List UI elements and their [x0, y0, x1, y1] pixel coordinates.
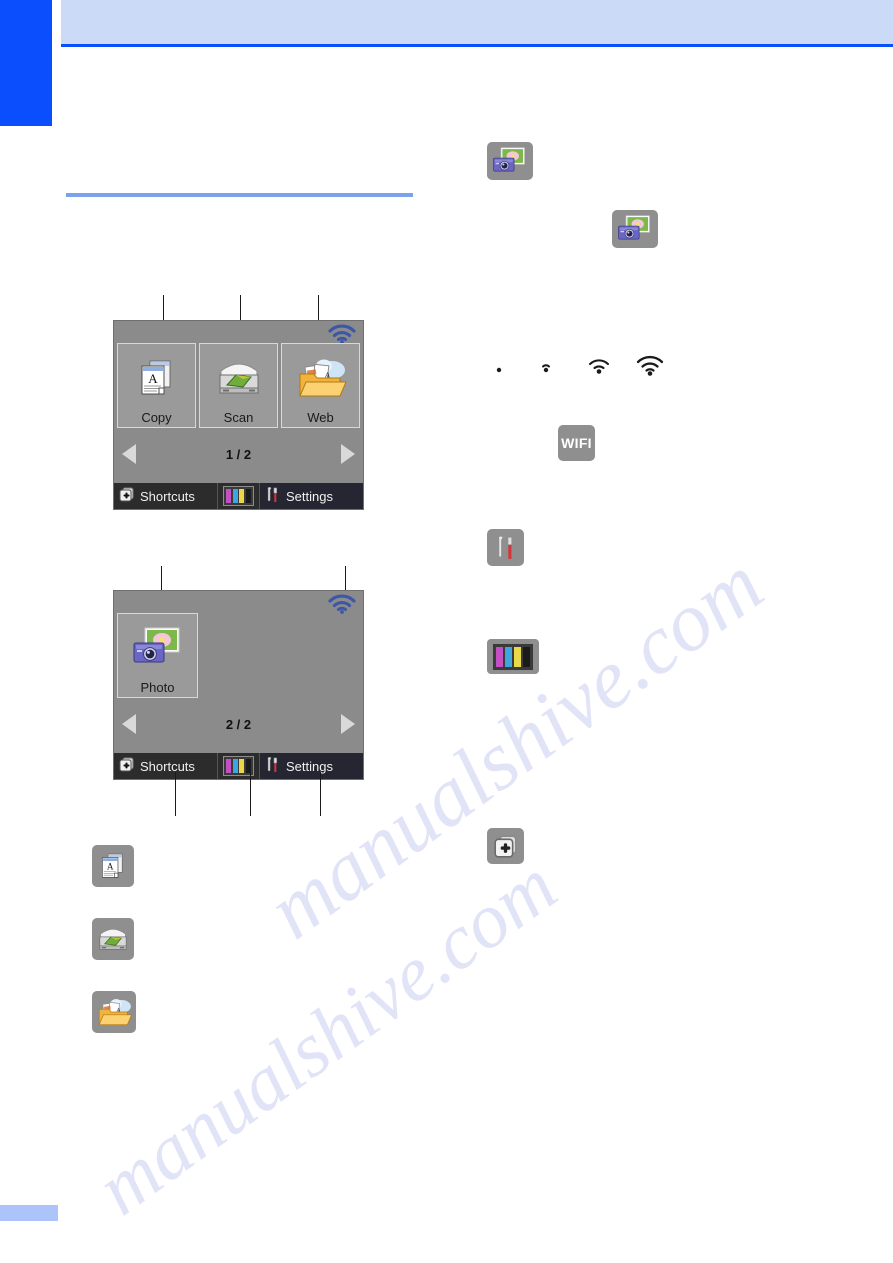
header-rule [61, 44, 893, 47]
tile-photo[interactable]: Photo [117, 613, 198, 698]
legend-web-icon: A [92, 991, 136, 1033]
tile-web[interactable]: A Web [281, 343, 360, 428]
callout-line-ink [250, 772, 251, 816]
legend-scan-icon [92, 918, 134, 960]
lcd2-status-bar [114, 591, 363, 614]
tile-label: Copy [141, 410, 172, 425]
wifi-button-label: WIFI [561, 435, 592, 451]
shortcuts-button[interactable]: Shortcuts [114, 483, 218, 509]
photo-icon [118, 614, 197, 681]
settings-button[interactable]: Settings [260, 483, 363, 509]
wifi-strength-2-icon [586, 354, 612, 383]
lcd1-status-bar [114, 321, 363, 344]
page-indicator: 1 / 2 [225, 446, 252, 462]
settings-button[interactable]: Settings [260, 753, 363, 779]
legend-copy-icon: A [92, 845, 134, 887]
callout-line-shortcuts [175, 772, 176, 816]
lcd2-page-nav: 2 / 2 [114, 704, 363, 744]
ink-button[interactable] [218, 483, 260, 509]
section-rule [66, 193, 413, 197]
svg-text:A: A [107, 862, 114, 872]
settings-tools-icon [264, 486, 281, 507]
tile-label: Photo [140, 680, 175, 695]
web-icon: A [282, 344, 359, 411]
next-page-arrow-icon[interactable] [341, 714, 355, 734]
lcd2-bottom-bar: Shortcuts Settings [114, 753, 363, 779]
home-screen-page-1[interactable]: A Copy Scan A Web 1 / 2 Shortcuts Settin… [113, 320, 364, 510]
prev-page-arrow-icon[interactable] [122, 714, 136, 734]
shortcuts-button[interactable]: Shortcuts [114, 753, 218, 779]
wifi-strength-legend-row [488, 354, 678, 383]
shortcuts-icon [118, 756, 135, 776]
ink-level-icon [223, 486, 254, 506]
tile-scan[interactable]: Scan [199, 343, 278, 428]
ink-button[interactable] [218, 753, 260, 779]
settings-tools-icon [264, 756, 281, 777]
svg-text:A: A [148, 371, 158, 386]
page-indicator: 2 / 2 [225, 716, 252, 732]
wifi-strength-1-icon [535, 356, 557, 383]
legend-settings-tools-icon [487, 529, 524, 566]
settings-label: Settings [286, 758, 333, 774]
copy-icon: A [118, 344, 195, 411]
watermark-text: manualshive.com [80, 841, 572, 1232]
chapter-side-tab [0, 0, 52, 126]
header-band [61, 0, 893, 44]
tile-label: Scan [223, 410, 254, 425]
legend-ink-level-icon [487, 639, 539, 674]
tile-empty-slot [201, 613, 360, 698]
legend-photo-icon-large [487, 142, 533, 180]
wifi-setup-button[interactable]: WIFI [558, 425, 595, 461]
settings-label: Settings [286, 488, 333, 504]
legend-shortcuts-icon [487, 828, 524, 864]
wifi-strength-3-icon [635, 352, 665, 383]
home-screen-page-2[interactable]: Photo 2 / 2 Shortcuts Settings [113, 590, 364, 780]
footer-page-marker [0, 1205, 58, 1221]
scan-icon [200, 344, 277, 411]
tile-label: Web [307, 410, 334, 425]
next-page-arrow-icon[interactable] [341, 444, 355, 464]
lcd1-bottom-bar: Shortcuts Settings [114, 483, 363, 509]
shortcuts-label: Shortcuts [140, 488, 195, 504]
wifi-strength-0-icon [488, 356, 510, 383]
callout-line-settings [320, 772, 321, 816]
legend-photo-icon-small [612, 210, 658, 248]
prev-page-arrow-icon[interactable] [122, 444, 136, 464]
shortcuts-label: Shortcuts [140, 758, 195, 774]
tile-copy[interactable]: A Copy [117, 343, 196, 428]
lcd1-page-nav: 1 / 2 [114, 434, 363, 474]
shortcuts-icon [118, 486, 135, 506]
